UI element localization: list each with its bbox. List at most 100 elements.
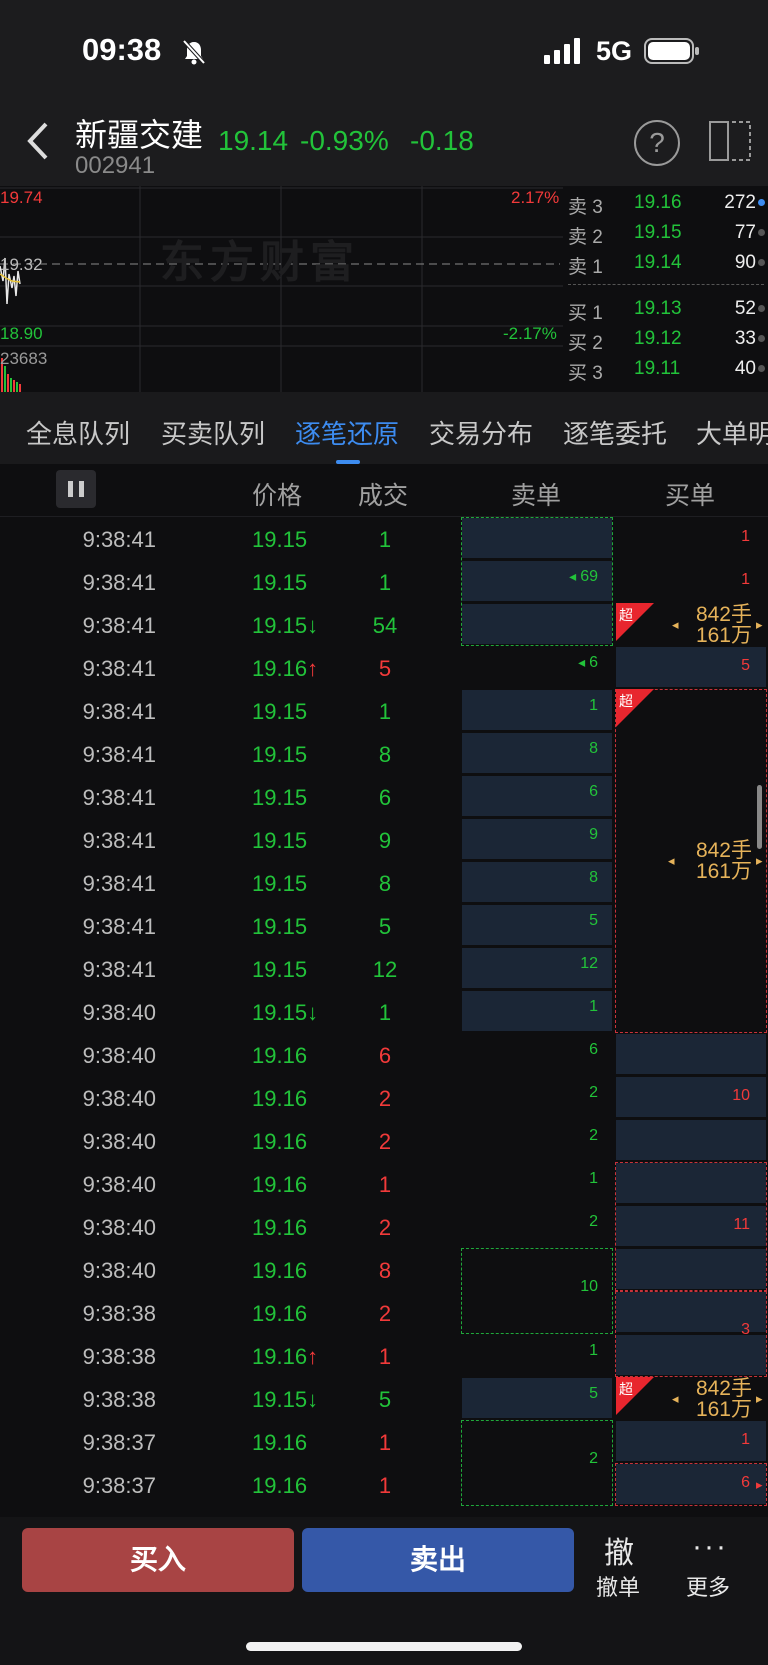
buy-group-outline <box>615 1162 767 1291</box>
trade-price-value: 19.16 <box>252 1086 308 1111</box>
order-book: 卖 3 19.16 272 卖 2 19.15 77 卖 1 19.14 90 … <box>566 186 768 392</box>
trade-direction-icon: ↑ <box>307 656 319 681</box>
trade-volume: 6 <box>378 785 392 810</box>
sell-group-outline <box>461 517 613 646</box>
trade-time: 9:38:40 <box>82 1086 156 1111</box>
trade-price-value: 19.16 <box>252 1344 308 1369</box>
trade-volume: 1 <box>378 527 392 552</box>
trade-price: 19.15 <box>252 699 307 725</box>
caret-right-icon: ▸ <box>756 1390 763 1406</box>
trade-price: 19.16↑ <box>252 1344 318 1370</box>
back-arrow-icon[interactable] <box>20 118 56 164</box>
cancel-order-label[interactable]: 撤单 <box>596 1570 640 1602</box>
trade-volume: 12 <box>372 957 398 982</box>
trade-volume: 8 <box>378 742 392 767</box>
trade-volume: 6 <box>378 1043 392 1068</box>
trade-price: 19.16 <box>252 1043 307 1069</box>
trade-time: 9:38:41 <box>82 957 156 982</box>
trade-volume: 1 <box>378 570 392 595</box>
more-icon[interactable]: ··· <box>692 1530 728 1564</box>
sell-order-volume: ◂ 6 <box>578 654 598 671</box>
trade-price: 19.16 <box>252 1258 307 1284</box>
chart-prev-close: 19.32 <box>0 255 43 274</box>
trade-time: 9:38:37 <box>82 1473 156 1498</box>
trade-price-value: 19.15 <box>252 828 308 853</box>
home-indicator[interactable] <box>246 1642 522 1651</box>
ask-row: 卖 2 19.15 77 <box>566 218 768 248</box>
sell-group-outline <box>461 1248 613 1334</box>
tab-trade-distribution[interactable]: 交易分布 <box>429 414 533 451</box>
cancel-order-icon[interactable]: 撤 <box>604 1528 634 1572</box>
caret-left-icon: ◂ <box>668 853 675 868</box>
buy-button[interactable]: 买入 <box>22 1528 294 1592</box>
dot-icon <box>758 305 765 312</box>
trade-price-value: 19.15 <box>252 957 308 982</box>
trade-volume: 5 <box>378 1387 392 1412</box>
trade-price: 19.15 <box>252 871 307 897</box>
layout-switch-icon[interactable] <box>708 120 752 162</box>
tab-large-orders[interactable]: 大单明 <box>696 414 768 451</box>
trade-price: 19.16 <box>252 1473 307 1499</box>
sell-order-volume: 2 <box>589 1084 598 1101</box>
trade-volume: 54 <box>372 613 398 638</box>
scrollbar-thumb[interactable] <box>757 785 762 849</box>
col-sell: 卖单 <box>511 482 562 510</box>
chart-volume: 23683 <box>0 349 48 368</box>
trade-time: 9:38:40 <box>82 1000 156 1025</box>
trade-price: 19.15 <box>252 828 307 854</box>
col-price: 价格 <box>252 482 303 510</box>
status-time: 09:38 <box>82 32 162 67</box>
signal-icon <box>544 38 580 64</box>
book-divider <box>568 284 764 285</box>
trade-volume: 5 <box>378 656 392 681</box>
current-price: 19.14 <box>218 125 289 156</box>
trade-price-value: 19.15 <box>252 527 308 552</box>
buy-order-cell <box>616 1120 766 1160</box>
tab-tick-orders[interactable]: 逐笔委托 <box>563 414 667 451</box>
bid-row: 买 3 19.11 40 <box>566 354 768 384</box>
trade-time: 9:38:41 <box>82 570 156 595</box>
tab-full-queue[interactable]: 全息队列 <box>26 414 130 451</box>
col-buy: 买单 <box>665 482 716 510</box>
sell-order-volume: 2 <box>589 1213 598 1230</box>
caret-left-icon: ◂ <box>672 1390 679 1406</box>
trade-price-value: 19.16 <box>252 656 308 681</box>
tab-bar: 全息队列 买卖队列 逐笔还原 交易分布 逐笔委托 大单明 <box>0 392 768 464</box>
trade-price: 19.15↓ <box>252 1000 318 1026</box>
trade-volume: 2 <box>378 1215 392 1240</box>
intraday-chart[interactable]: 东方财富 19.74 19.32 18.90 2.17% -2.17% 2368… <box>0 186 563 393</box>
trade-price-value: 19.16 <box>252 1430 308 1455</box>
trade-volume: 9 <box>378 828 392 853</box>
dot-icon <box>758 259 765 266</box>
sell-order-volume: 1 <box>589 697 598 714</box>
tab-bid-ask-queue[interactable]: 买卖队列 <box>161 414 265 451</box>
caret-right-icon: ▸ <box>756 1477 763 1492</box>
sell-order-volume: 6 <box>589 1041 598 1058</box>
caret-left-icon: ◂ <box>578 654 586 670</box>
trade-time: 9:38:38 <box>82 1301 156 1326</box>
dot-icon <box>758 229 765 236</box>
trade-time: 9:38:37 <box>82 1430 156 1455</box>
ask-row: 卖 1 19.14 90 <box>566 248 768 278</box>
trade-price-value: 19.16 <box>252 1215 308 1240</box>
more-label[interactable]: 更多 <box>686 1570 730 1602</box>
trade-volume: 1 <box>378 1430 392 1455</box>
trade-volume: 1 <box>378 1473 392 1498</box>
tick-list[interactable]: 9:38:41 19.15 1 9:38:41 19.15 1 9:38:41 19.15↓ 5… <box>0 517 768 1517</box>
trade-price: 19.15 <box>252 914 307 940</box>
trade-price-value: 19.16 <box>252 1043 308 1068</box>
network-label: 5G <box>596 36 633 66</box>
trade-price-value: 19.15 <box>252 742 308 767</box>
buy-order-volume: 1 <box>741 1431 750 1448</box>
trade-volume: 8 <box>378 1258 392 1283</box>
pause-button[interactable] <box>56 470 96 508</box>
chart-watermark: 东方财富 <box>160 238 360 287</box>
sell-button[interactable]: 卖出 <box>302 1528 574 1592</box>
trade-time: 9:38:41 <box>82 871 156 896</box>
trade-time: 9:38:41 <box>82 785 156 810</box>
sell-order-volume: 12 <box>580 955 598 972</box>
help-icon[interactable]: ? <box>634 120 680 166</box>
tab-tick-restore[interactable]: 逐笔还原 <box>295 414 399 451</box>
chart-high-price: 19.74 <box>0 188 43 207</box>
trade-time: 9:38:41 <box>82 527 156 552</box>
